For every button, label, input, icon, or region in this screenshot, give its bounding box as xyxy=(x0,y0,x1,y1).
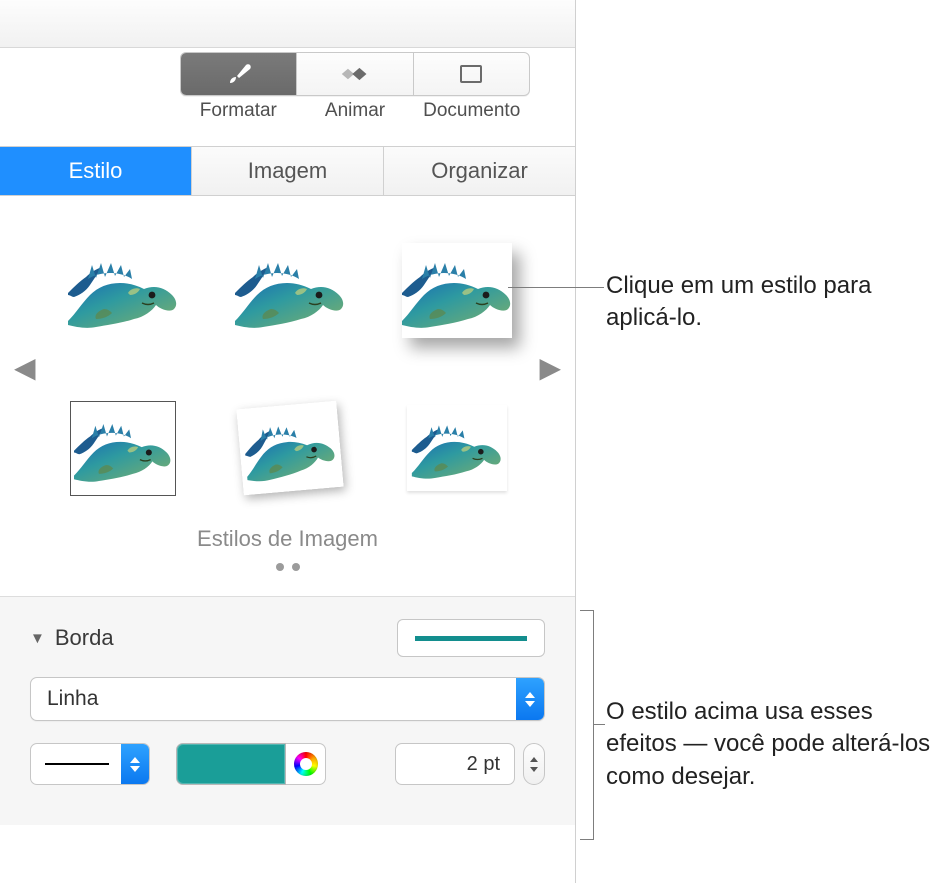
format-button[interactable] xyxy=(181,53,297,95)
style-gallery: ◀ ▶ Estilos de Imagem xyxy=(0,196,575,596)
animate-label: Animar xyxy=(297,100,414,122)
dropdown-arrows-icon xyxy=(516,678,544,720)
gallery-title: Estilos de Imagem xyxy=(0,526,575,552)
callout-bracket xyxy=(580,610,594,840)
tab-image[interactable]: Imagem xyxy=(192,147,384,195)
document-label: Documento xyxy=(413,100,530,122)
format-label: Formatar xyxy=(180,100,297,122)
border-width-stepper[interactable] xyxy=(523,743,545,785)
callout-style-click: Clique em um estilo para aplicá-lo. xyxy=(606,270,916,335)
disclosure-triangle-icon[interactable]: ▼ xyxy=(30,630,45,647)
border-section: ▼ Borda Linha 2 pt xyxy=(0,596,575,825)
brush-icon xyxy=(226,61,252,87)
window-chrome xyxy=(0,0,575,48)
main-toolbar-segment xyxy=(180,52,530,96)
color-wheel-icon xyxy=(294,752,318,776)
style-thumb-6[interactable] xyxy=(407,405,507,491)
border-width-value: 2 pt xyxy=(467,753,500,776)
callout-leader-line xyxy=(508,287,604,288)
tab-arrange[interactable]: Organizar xyxy=(384,147,575,195)
inspector-panel: Formatar Animar Documento Estilo Imagem … xyxy=(0,0,576,883)
document-button[interactable] xyxy=(414,53,529,95)
border-color-control xyxy=(176,743,326,785)
border-title: Borda xyxy=(55,625,397,651)
line-style-preview xyxy=(45,763,109,765)
gallery-next-icon[interactable]: ▶ xyxy=(539,351,561,384)
dropdown-arrows-icon xyxy=(121,744,149,784)
gallery-prev-icon[interactable]: ◀ xyxy=(14,351,36,384)
border-preview-line xyxy=(415,636,527,641)
border-type-dropdown[interactable]: Linha xyxy=(30,677,545,721)
style-thumb-4[interactable] xyxy=(70,401,176,496)
border-preview-swatch[interactable] xyxy=(397,619,545,657)
style-thumb-3[interactable] xyxy=(402,243,512,338)
diamond-icon xyxy=(340,65,370,83)
callout-bracket-stub xyxy=(593,724,605,725)
border-type-value: Linha xyxy=(47,687,98,711)
style-thumb-2[interactable] xyxy=(235,243,345,338)
inspector-subtabs: Estilo Imagem Organizar xyxy=(0,146,575,196)
gallery-page-dots[interactable] xyxy=(0,560,575,574)
style-thumb-1[interactable] xyxy=(68,243,178,338)
line-style-dropdown[interactable] xyxy=(30,743,150,785)
color-well[interactable] xyxy=(176,743,286,785)
tab-style[interactable]: Estilo xyxy=(0,147,192,195)
toolbar-labels: Formatar Animar Documento xyxy=(180,100,530,122)
animate-button[interactable] xyxy=(297,53,413,95)
style-gallery-grid xyxy=(60,220,520,518)
border-width-field[interactable]: 2 pt xyxy=(395,743,515,785)
document-icon xyxy=(460,65,482,83)
style-thumb-5[interactable] xyxy=(236,401,343,495)
color-wheel-button[interactable] xyxy=(286,743,326,785)
callout-effects-edit: O estilo acima usa esses efeitos — você … xyxy=(606,696,938,793)
